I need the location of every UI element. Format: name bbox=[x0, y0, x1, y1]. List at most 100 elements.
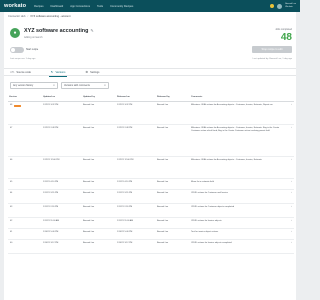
pencil-icon[interactable]: ✎ bbox=[90, 28, 93, 33]
col-updated-by[interactable]: Updated by bbox=[82, 94, 116, 102]
updated-on-cell: 1/12/21 2:48 PM bbox=[42, 124, 82, 157]
released-by-cell: Bennett Lee bbox=[156, 178, 190, 190]
notification-bell-icon[interactable] bbox=[270, 4, 275, 8]
released-on-cell: 1/10/21 3:12 PM bbox=[116, 239, 156, 254]
user-area: Bennett Lee Workato bbox=[270, 3, 296, 9]
version-number: 46 bbox=[10, 158, 13, 161]
toggle-knob bbox=[11, 48, 15, 52]
nav-app-connections[interactable]: App Connections bbox=[70, 5, 90, 8]
table-row[interactable]: 47 1/12/21 2:48 PM Bennett Lee 1/12/21 2… bbox=[8, 124, 294, 157]
gear-icon: ⚙ bbox=[85, 70, 89, 74]
chevron-right-icon[interactable]: › bbox=[286, 156, 294, 179]
version-number: 44 bbox=[10, 191, 13, 194]
chevron-right-icon[interactable]: › bbox=[286, 101, 294, 125]
version-cell: 43 bbox=[8, 203, 42, 218]
table-row[interactable]: 45 1/11/21 4:10 PM Bennett Lee 1/11/21 4… bbox=[8, 178, 294, 190]
version-cell: 48 Active bbox=[8, 101, 42, 125]
last-run-info: Last recipe run: 1 day ago bbox=[10, 57, 36, 60]
updated-on-cell: 1/11/21 3:55 PM bbox=[42, 189, 82, 204]
version-number: 41 bbox=[10, 230, 13, 233]
released-by-cell: Bennett Lee bbox=[156, 101, 190, 125]
updated-on-cell: 1/12/21 12:00 PM bbox=[42, 156, 82, 179]
select-value: Versions with comments bbox=[64, 84, 90, 87]
nav-recipes[interactable]: Recipes bbox=[34, 5, 43, 8]
breadcrumb-root[interactable]: Connector Hub bbox=[8, 15, 25, 18]
released-by-cell: Bennett Lee bbox=[156, 189, 190, 204]
released-on-cell: 1/12/21 2:48 PM bbox=[116, 124, 156, 157]
chevron-right-icon[interactable]: › bbox=[286, 124, 294, 157]
recipe-description: Adding on launch bbox=[24, 35, 43, 39]
user-org: Workato bbox=[285, 6, 293, 8]
chevron-right-icon[interactable]: › bbox=[286, 228, 294, 240]
history-icon: ↻ bbox=[50, 70, 54, 74]
released-by-cell: Bennett Lee bbox=[156, 228, 190, 240]
table-row[interactable]: 48 Active 1/12/21 3:32 PM Bennett Lee 1/1… bbox=[8, 101, 294, 125]
updated-on-cell: 1/11/21 4:10 PM bbox=[42, 178, 82, 190]
released-by-cell: Bennett Lee bbox=[156, 203, 190, 218]
nav-dashboard[interactable]: Dashboard bbox=[51, 5, 64, 8]
updated-by-cell: Bennett Lee bbox=[82, 178, 116, 190]
comment-cell: Minor fix in estimate field bbox=[190, 178, 286, 190]
avatar[interactable] bbox=[277, 3, 283, 9]
chevron-down-icon: ▼ bbox=[52, 84, 55, 87]
released-on-cell: 1/11/21 3:55 PM bbox=[116, 189, 156, 204]
updated-on-cell: 1/11/21 11:00 AM bbox=[42, 217, 82, 229]
col-version[interactable]: Version bbox=[8, 94, 42, 102]
nav-tools[interactable]: Tools bbox=[97, 5, 103, 8]
chevron-down-icon: ▼ bbox=[103, 84, 106, 87]
chevron-right-icon[interactable]: › bbox=[286, 239, 294, 254]
released-on-cell: 1/12/21 3:32 PM bbox=[116, 101, 156, 125]
col-comments[interactable]: Comments bbox=[190, 94, 286, 102]
tab-label: Versions bbox=[55, 70, 66, 74]
chevron-right-icon[interactable]: › bbox=[286, 217, 294, 229]
version-cell: 42 bbox=[8, 217, 42, 229]
version-history-select[interactable]: Any version history ▼ bbox=[10, 82, 58, 89]
version-number: 42 bbox=[10, 219, 13, 222]
table-row[interactable]: 46 1/12/21 12:00 PM Bennett Lee 1/12/21 … bbox=[8, 156, 294, 179]
comment-cell: Milestone: OKAI actions for Accounting o… bbox=[190, 101, 286, 125]
comment-cell: Milestone: OKAI actions for Accounting o… bbox=[190, 124, 286, 157]
col-released-on[interactable]: Released on bbox=[116, 94, 156, 102]
tab-versions[interactable]: ↻ Versions bbox=[48, 68, 68, 77]
tab-settings[interactable]: ⚙ Settings bbox=[85, 68, 99, 76]
version-number: 45 bbox=[10, 180, 13, 183]
col-updated-on[interactable]: Updated on bbox=[42, 94, 82, 102]
updated-by-cell: Bennett Lee bbox=[82, 217, 116, 229]
comment-cell: CRUD actions for Customer objects comple… bbox=[190, 203, 286, 218]
version-number: 48 bbox=[10, 103, 13, 106]
start-recipe-toggle[interactable] bbox=[10, 47, 24, 53]
chevron-right-icon[interactable]: › bbox=[286, 189, 294, 204]
select-value: Any version history bbox=[13, 84, 34, 87]
comment-cell: CRUD actions for Customer and Invoice bbox=[190, 189, 286, 204]
tab-source-code[interactable]: </> Source code bbox=[10, 68, 31, 76]
table-row[interactable]: 40 1/10/21 3:12 PM Bennett Lee 1/10/21 3… bbox=[8, 239, 294, 254]
top-navbar: workato Recipes Dashboard App Connection… bbox=[0, 0, 300, 12]
chevron-right-icon[interactable]: › bbox=[286, 203, 294, 218]
version-number: 47 bbox=[10, 126, 13, 129]
updated-on-cell: 1/10/21 3:12 PM bbox=[42, 239, 82, 254]
chevron-right-icon[interactable]: › bbox=[286, 178, 294, 190]
released-on-cell: 1/11/21 4:10 PM bbox=[116, 178, 156, 190]
nav-community-recipes[interactable]: Community Recipes bbox=[110, 5, 133, 8]
table-row[interactable]: 43 1/11/21 2:30 PM Bennett Lee 1/11/21 2… bbox=[8, 203, 294, 218]
stop-to-edit-button[interactable]: Stop recipe to edit bbox=[252, 46, 292, 53]
updated-by-cell: Bennett Lee bbox=[82, 124, 116, 157]
user-menu[interactable]: Bennett Lee Workato bbox=[285, 3, 296, 8]
table-row[interactable]: 41 1/10/21 5:40 PM Bennett Lee 1/10/21 5… bbox=[8, 228, 294, 240]
workato-logo[interactable]: workato bbox=[4, 3, 26, 9]
recipe-tabs: </> Source code ↻ Versions ⚙ Settings bbox=[4, 68, 296, 77]
tab-label: Source code bbox=[16, 70, 31, 74]
status-badge: Active bbox=[14, 104, 21, 108]
comments-filter-select[interactable]: Versions with comments ▼ bbox=[61, 82, 109, 89]
jobs-completed-label: Jobs completed bbox=[275, 28, 292, 31]
released-on-cell: 1/10/21 5:40 PM bbox=[116, 228, 156, 240]
table-row[interactable]: 44 1/11/21 3:55 PM Bennett Lee 1/11/21 3… bbox=[8, 189, 294, 204]
updated-on-cell: 1/10/21 5:40 PM bbox=[42, 228, 82, 240]
version-number: 40 bbox=[10, 241, 13, 244]
table-row[interactable]: 42 1/11/21 11:00 AM Bennett Lee 1/11/21 … bbox=[8, 217, 294, 229]
version-cell: 46 bbox=[8, 156, 42, 179]
jobs-completed-count: 48 bbox=[280, 32, 292, 43]
col-released-by[interactable]: Released by bbox=[156, 94, 190, 102]
updated-by-cell: Bennett Lee bbox=[82, 203, 116, 218]
updated-on-cell: 1/12/21 3:32 PM bbox=[42, 101, 82, 125]
